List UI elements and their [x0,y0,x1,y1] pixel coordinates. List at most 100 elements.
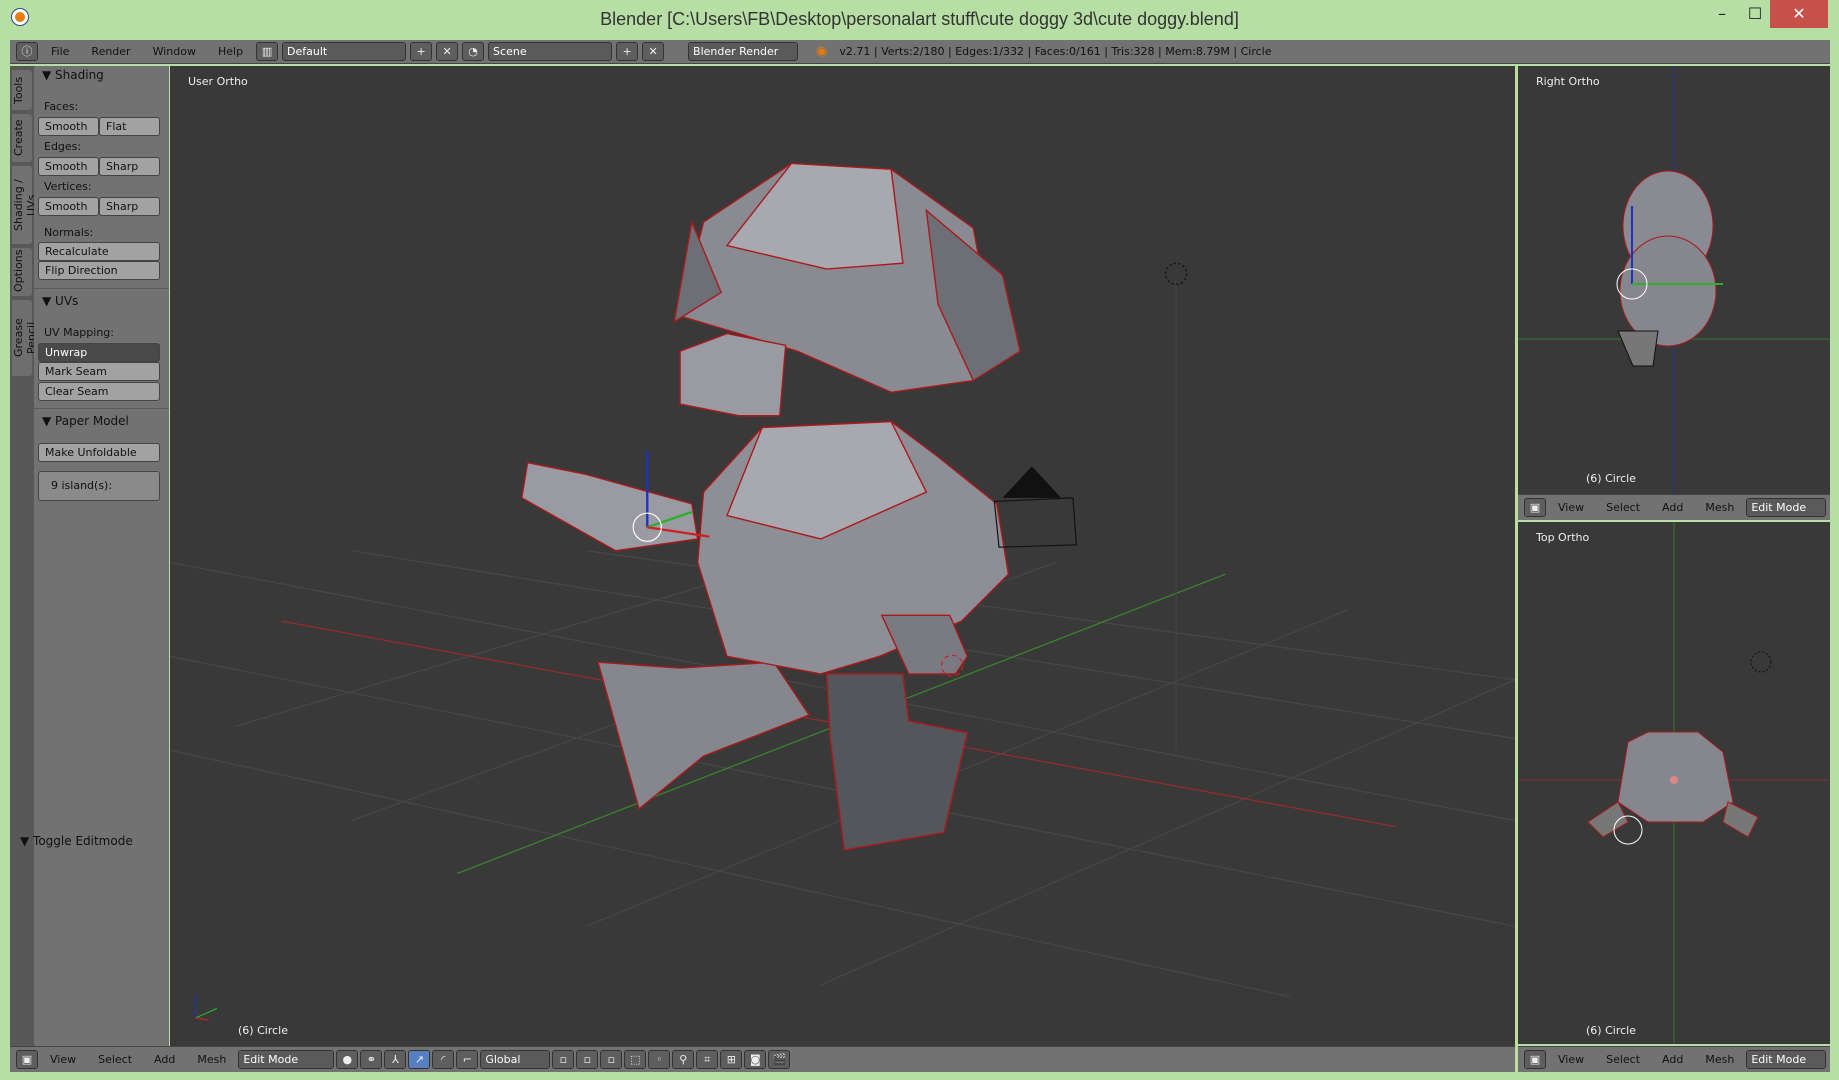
menu-mesh[interactable]: Mesh [1695,1053,1744,1066]
menu-select[interactable]: Select [88,1053,142,1066]
top-ortho-drawing [1518,522,1830,1044]
tab-options[interactable]: Options [12,248,32,296]
make-unfoldable-button[interactable]: Make Unfoldable [38,443,160,462]
snap-icon[interactable]: ⚲ [672,1050,695,1069]
vertices-sharp-button[interactable]: Sharp [99,197,160,216]
limit-selection-icon[interactable]: ⬚ [624,1050,647,1069]
paper-model-panel-header[interactable]: ▼ Paper Model [42,414,129,428]
mode-select[interactable]: Edit Mode [238,1050,335,1069]
menu-select[interactable]: Select [1596,1053,1650,1066]
divider [34,408,169,409]
scale-manipulator-icon[interactable]: ⌐ [456,1050,479,1069]
editor-type-icon[interactable]: ▣ [1524,1050,1546,1069]
rotate-manipulator-icon[interactable]: ◜ [432,1050,455,1069]
unwrap-menu[interactable]: Unwrap [38,343,160,362]
clear-seam-button[interactable]: Clear Seam [38,382,160,401]
screen-layout-icon[interactable]: ▥ [256,42,279,61]
top-ortho-viewport[interactable]: Top Ortho (6) Circle [1518,522,1830,1044]
title-bar: Blender [C:\Users\FB\Desktop\personalart… [0,0,1839,36]
edges-label: Edges: [44,140,82,153]
menu-mesh[interactable]: Mesh [187,1053,236,1066]
editor-type-info-icon[interactable]: ⓘ [16,42,38,61]
tool-tabs: Tools Create Shading / UVs Options Greas… [10,66,38,1046]
menu-view[interactable]: View [40,1053,86,1066]
camera-frame [993,497,1078,548]
menu-add[interactable]: Add [1652,1053,1693,1066]
islands-box: 9 island(s): [38,471,160,501]
remove-scene-icon[interactable]: ✕ [642,42,665,61]
scene-stats: v2.71 | Verts:2/180 | Edges:1/332 | Face… [839,45,1272,58]
render-icon[interactable]: ◙ [744,1050,767,1069]
axis-gizmo [195,994,218,1021]
divider [34,288,169,289]
layers-icon[interactable]: ⊞ [720,1050,743,1069]
close-button[interactable]: ✕ [1770,0,1828,28]
add-layout-icon[interactable]: + [410,42,433,61]
vertices-smooth-button[interactable]: Smooth [38,197,99,216]
proportional-edit-icon[interactable]: ◦ [648,1050,671,1069]
faces-flat-button[interactable]: Flat [99,117,160,136]
scene-field[interactable]: Scene [488,42,613,61]
active-object-label: (6) Circle [1586,1024,1636,1037]
menu-mesh[interactable]: Mesh [1695,501,1744,514]
tab-grease-pencil[interactable]: Grease Pencil [12,300,38,376]
menu-file[interactable]: File [42,45,78,58]
scene-drawing [170,162,1515,1021]
manipulator-toggle-icon[interactable]: ⅄ [384,1050,407,1069]
edges-sharp-button[interactable]: Sharp [99,157,160,176]
editor-type-icon[interactable]: ▣ [1524,498,1546,517]
uvs-panel-header[interactable]: ▼ UVs [42,294,78,308]
edges-smooth-button[interactable]: Smooth [38,157,99,176]
menu-add[interactable]: Add [1652,501,1693,514]
active-object-label: (6) Circle [1586,472,1636,485]
view-label: Top Ortho [1536,531,1590,544]
recalculate-button[interactable]: Recalculate [38,242,160,261]
remove-layout-icon[interactable]: ✕ [436,42,459,61]
mode-select[interactable]: Edit Mode [1746,498,1827,517]
tab-shading-uvs[interactable]: Shading / UVs [12,166,38,244]
menu-render[interactable]: Render [82,45,139,58]
top-view-header: ▣ View Select Add Mesh Edit Mode [1518,1046,1830,1072]
faces-smooth-button[interactable]: Smooth [38,117,99,136]
menu-view[interactable]: View [1548,1053,1594,1066]
right-view-header: ▣ View Select Add Mesh Edit Mode [1518,494,1830,520]
viewport-shading-icon[interactable]: ● [336,1050,359,1069]
blender-icon: ◉ [816,44,828,59]
flip-direction-button[interactable]: Flip Direction [38,261,160,280]
menu-view[interactable]: View [1548,501,1594,514]
camera-icon[interactable] [1002,466,1062,498]
mark-seam-button[interactable]: Mark Seam [38,362,160,381]
normals-label: Normals: [44,226,94,239]
editor-type-icon[interactable]: ▣ [16,1050,38,1069]
uv-mapping-label: UV Mapping: [44,326,114,339]
tab-create[interactable]: Create [12,114,32,162]
vertex-select-icon[interactable]: ▫ [552,1050,575,1069]
layout-field[interactable]: Default [282,42,407,61]
add-scene-icon[interactable]: + [616,42,639,61]
view-label: Right Ortho [1536,75,1600,88]
menu-window[interactable]: Window [144,45,205,58]
menu-select[interactable]: Select [1596,501,1650,514]
snap-element-icon[interactable]: ⌗ [696,1050,719,1069]
shading-panel-header[interactable]: ▼ Shading [42,68,104,82]
window-title: Blender [C:\Users\FB\Desktop\personalart… [600,9,1239,29]
edge-select-icon[interactable]: ▫ [576,1050,599,1069]
pivot-point-icon[interactable]: ⚭ [360,1050,383,1069]
orientation-select[interactable]: Global [480,1050,551,1069]
render-animation-icon[interactable]: 🎬 [768,1050,791,1069]
translate-manipulator-icon[interactable]: ↗ [408,1050,431,1069]
scene-icon[interactable]: ◔ [462,42,485,61]
menu-add[interactable]: Add [144,1053,185,1066]
vertices-label: Vertices: [44,180,92,193]
face-select-icon[interactable]: ▫ [600,1050,623,1069]
dog-mesh[interactable] [521,162,1021,851]
menu-help[interactable]: Help [209,45,252,58]
mode-select[interactable]: Edit Mode [1746,1050,1827,1069]
right-ortho-drawing [1518,66,1830,494]
right-ortho-viewport[interactable]: Right Ortho (6) Circle [1518,66,1830,494]
toggle-editmode-header[interactable]: ▼ Toggle Editmode [20,834,133,848]
info-header: ⓘ File Render Window Help ▥ Default + ✕ … [10,40,1830,64]
render-engine-select[interactable]: Blender Render [688,42,799,61]
tool-shelf: ▼ Shading Faces: Smooth Flat Edges: Smoo… [20,66,169,1046]
tab-tools[interactable]: Tools [12,70,32,110]
